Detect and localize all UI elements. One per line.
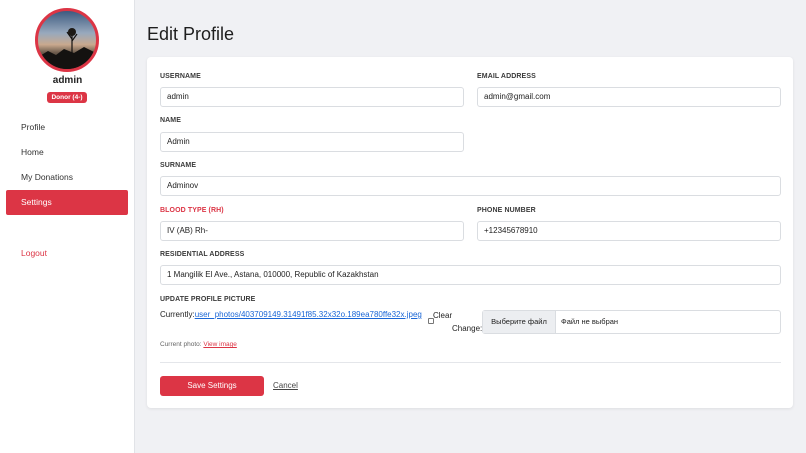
sidebar-nav: Profile Home My Donations Settings — [6, 115, 128, 215]
sidebar-item-profile[interactable]: Profile — [6, 115, 128, 140]
avatar[interactable] — [35, 8, 99, 72]
address-field[interactable]: 1 Mangilik El Ave., Astana, 010000, Repu… — [160, 265, 781, 285]
phone-field[interactable]: +12345678910 — [477, 221, 781, 241]
sidebar-item-settings[interactable]: Settings — [6, 190, 128, 215]
edit-profile-form: USERNAME admin EMAIL ADDRESS admin@gmail… — [147, 57, 793, 408]
blood-type-label: BLOOD TYPE (RH) — [160, 207, 224, 214]
current-photo-label: Current photo: — [160, 341, 202, 348]
page-title: Edit Profile — [147, 24, 235, 44]
username-field[interactable]: admin — [160, 87, 464, 107]
change-label: Change: — [452, 324, 483, 333]
clear-label: Clear — [433, 311, 453, 320]
donor-badge: Donor (4-) — [47, 92, 87, 103]
currently-label: Currently: — [160, 310, 195, 319]
divider — [160, 362, 781, 363]
email-label: EMAIL ADDRESS — [477, 73, 536, 80]
logout-link[interactable]: Logout — [21, 248, 47, 258]
phone-label: PHONE NUMBER — [477, 207, 536, 214]
sidebar-item-my-donations[interactable]: My Donations — [6, 165, 128, 190]
surname-label: SURNAME — [160, 162, 197, 169]
username-label: USERNAME — [160, 73, 201, 80]
sidebar-item-home[interactable]: Home — [6, 140, 128, 165]
cancel-link[interactable]: Cancel — [273, 381, 298, 390]
current-picture: Currently:user_photos/403709149.31491f85… — [160, 310, 422, 319]
picture-label: UPDATE PROFILE PICTURE — [160, 296, 256, 303]
email-field[interactable]: admin@gmail.com — [477, 87, 781, 107]
blood-type-field[interactable]: IV (AB) Rh- — [160, 221, 464, 241]
avatar-image — [38, 28, 96, 69]
no-file-text: Файл не выбран — [561, 317, 619, 326]
address-label: RESIDENTIAL ADDRESS — [160, 251, 245, 258]
sidebar: admin Donor (4-) Profile Home My Donatio… — [0, 0, 135, 453]
file-input[interactable]: Выберите файл Файл не выбран — [482, 310, 781, 334]
current-photo-note: Current photo: View image — [160, 341, 237, 348]
choose-file-button[interactable]: Выберите файл — [483, 311, 556, 333]
name-field[interactable]: Admin — [160, 132, 464, 152]
sidebar-username: admin — [52, 75, 83, 86]
current-file-link[interactable]: user_photos/403709149.31491f85.32x32o.18… — [195, 310, 422, 319]
surname-field[interactable]: Adminov — [160, 176, 781, 196]
save-settings-button[interactable]: Save Settings — [160, 376, 264, 396]
name-label: NAME — [160, 117, 182, 124]
view-image-link[interactable]: View image — [203, 341, 236, 348]
